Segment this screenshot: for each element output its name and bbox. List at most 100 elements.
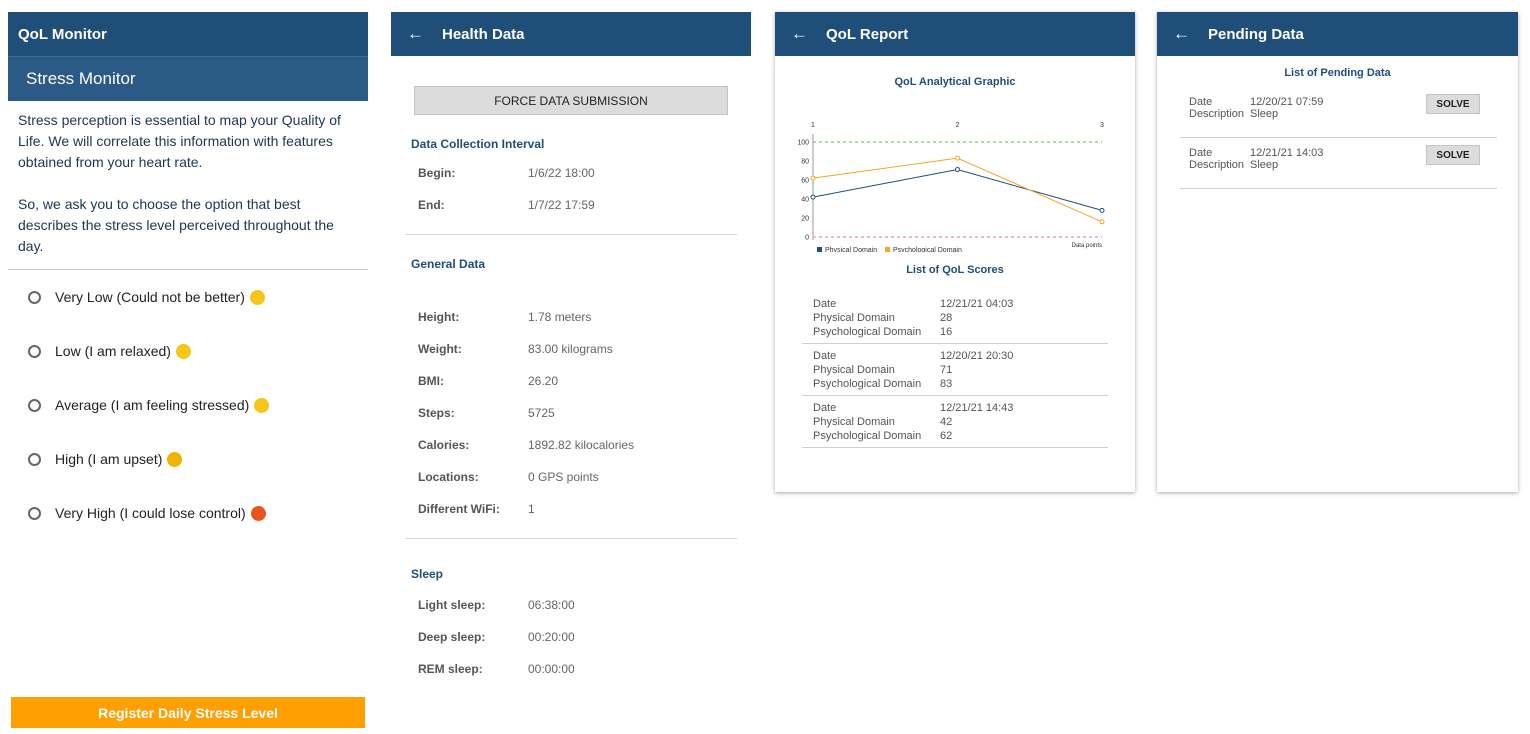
score-label: Physical Domain (813, 416, 895, 428)
data-row: BMI: 26.20 (391, 365, 751, 397)
x-tick-label: 1 (811, 122, 815, 129)
pending-list-title: List of Pending Data (1284, 67, 1391, 79)
legend-swatch (817, 247, 822, 252)
radio-button-icon[interactable] (28, 506, 41, 520)
stress-option[interactable]: Very Low (Could not be better) (8, 270, 368, 324)
data-label: Different WiFi: (418, 502, 500, 516)
score-line: Psychological Domain 16 (813, 325, 1108, 339)
health-data-screen: ← Health Data FORCE DATA SUBMISSION Data… (391, 12, 751, 702)
data-point (1099, 219, 1105, 225)
data-label: Height: (418, 310, 460, 324)
pending-data-screen: ← Pending Data List of Pending Data Date… (1157, 12, 1518, 492)
stress-option-label: Very Low (Could not be better) (55, 289, 245, 305)
x-tick-label: 3 (1100, 122, 1104, 129)
data-row: Different WiFi: 1 (391, 493, 751, 525)
back-arrow-icon[interactable]: ← (791, 24, 808, 44)
force-submission-button[interactable]: FORCE DATA SUBMISSION (414, 86, 728, 115)
solve-button[interactable]: SOLVE (1426, 145, 1480, 165)
sleep-data-list: Light sleep: 06:38:00 Deep sleep: 00:20:00 R… (391, 589, 751, 685)
data-label: Calories: (418, 438, 470, 452)
pending-date-line: Date 12/21/21 14:03 (1189, 147, 1323, 159)
stress-option[interactable]: High (I am upset) (8, 432, 368, 486)
score-entry: Date 12/21/21 14:43 Physical Domain 42 Psych… (802, 396, 1108, 448)
score-label: Date (813, 402, 837, 414)
score-value: 83 (940, 378, 953, 390)
y-tick-label: 100 (797, 140, 809, 147)
data-label: Light sleep: (418, 598, 486, 612)
data-value: 1/6/22 18:00 (528, 166, 595, 180)
stress-option[interactable]: Low (I am relaxed) (8, 324, 368, 378)
data-row: Height: 1.78 meters (391, 301, 751, 333)
qol-line-chart: 0 20 40 60 80 100 1 2 3 Data points Physical Domai… (797, 122, 1105, 252)
stress-option-label: Very High (I could lose control) (55, 505, 246, 521)
data-row: Begin: 1/6/22 18:00 (391, 157, 751, 189)
general-section-title: General Data (411, 257, 486, 271)
score-line: Psychological Domain 62 (813, 429, 1108, 443)
data-label: Begin: (418, 166, 456, 180)
stress-option[interactable]: Average (I am feeling stressed) (8, 378, 368, 432)
stress-option-label: Average (I am feeling stressed) (55, 397, 250, 413)
data-label: End: (418, 198, 445, 212)
scores-list: Date 12/21/21 04:03 Physical Domain 28 Psych… (775, 292, 1135, 448)
score-line: Psychological Domain 83 (813, 377, 1108, 391)
score-label: Psychological Domain (813, 378, 922, 390)
y-tick-label: 0 (805, 235, 809, 242)
data-value: 83.00 kilograms (528, 342, 613, 356)
general-data-list: Height: 1.78 meters Weight: 83.00 kilograms… (391, 301, 751, 525)
register-stress-button[interactable]: Register Daily Stress Level (11, 697, 365, 728)
solve-button[interactable]: SOLVE (1426, 94, 1480, 114)
screen-title: Pending Data (1208, 25, 1304, 43)
screen-title: Health Data (442, 25, 525, 43)
data-label: Steps: (418, 406, 455, 420)
pending-item: Date 12/21/21 14:03 Description Sleep SOLVE (1180, 138, 1497, 189)
back-arrow-icon[interactable]: ← (407, 24, 424, 44)
score-value: 16 (940, 326, 953, 338)
series-line (812, 169, 1103, 211)
interval-list: Begin: 1/6/22 18:00 End: 1/7/22 17:59 (391, 157, 751, 221)
screen-title: QoL Report (826, 25, 909, 43)
grinning-face-icon (249, 289, 265, 305)
data-value: 00:20:00 (528, 630, 575, 644)
stress-option[interactable]: Very High (I could lose control) (8, 486, 368, 540)
interval-section-title: Data Collection Interval (411, 137, 545, 151)
app-title: QoL Monitor (18, 25, 107, 43)
score-label: Date (813, 350, 837, 362)
pending-description-line: Description Sleep (1189, 108, 1278, 120)
data-value: 26.20 (528, 374, 559, 388)
score-label: Physical Domain (813, 312, 895, 324)
legend-swatch (885, 247, 890, 252)
data-label: Deep sleep: (418, 630, 486, 644)
data-row: Deep sleep: 00:20:00 (391, 621, 751, 653)
stress-monitor-screen: QoL Monitor Stress Monitor Stress percep… (8, 12, 368, 734)
radio-button-icon[interactable] (28, 398, 41, 412)
chart-title: QoL Analytical Graphic (894, 76, 1016, 88)
radio-button-icon[interactable] (28, 452, 41, 466)
data-value: 5725 (528, 406, 555, 420)
data-row: End: 1/7/22 17:59 (391, 189, 751, 221)
score-value: 12/21/21 04:03 (940, 298, 1014, 310)
score-line: Date 12/21/21 04:03 (813, 297, 1108, 311)
y-tick-label: 20 (801, 216, 809, 223)
score-value: 42 (940, 416, 953, 428)
score-line: Date 12/21/21 14:43 (813, 401, 1108, 415)
score-line: Physical Domain 28 (813, 311, 1108, 325)
data-point (955, 155, 960, 161)
pending-label: Date (1189, 96, 1213, 108)
score-value: 28 (940, 312, 953, 324)
score-line: Date 12/20/21 20:30 (813, 349, 1108, 363)
data-point (1099, 207, 1105, 213)
sleep-section-title: Sleep (411, 567, 444, 581)
downcast-sweat-face-icon (254, 397, 270, 413)
data-label: REM sleep: (418, 662, 483, 676)
radio-button-icon[interactable] (28, 290, 41, 304)
screen-subtitle-bar: Stress Monitor (8, 56, 368, 101)
back-arrow-icon[interactable]: ← (1173, 24, 1190, 44)
radio-button-icon[interactable] (28, 344, 41, 358)
angry-face-icon (167, 451, 183, 467)
qol-report-screen: ← QoL Report QoL Analytical Graphic 0 20 4… (775, 12, 1135, 492)
data-row: REM sleep: 00:00:00 (391, 653, 751, 685)
data-value: 0 GPS points (528, 470, 599, 484)
score-value: 12/21/21 14:43 (940, 402, 1014, 414)
data-point (955, 167, 960, 173)
data-row: Steps: 5725 (391, 397, 751, 429)
